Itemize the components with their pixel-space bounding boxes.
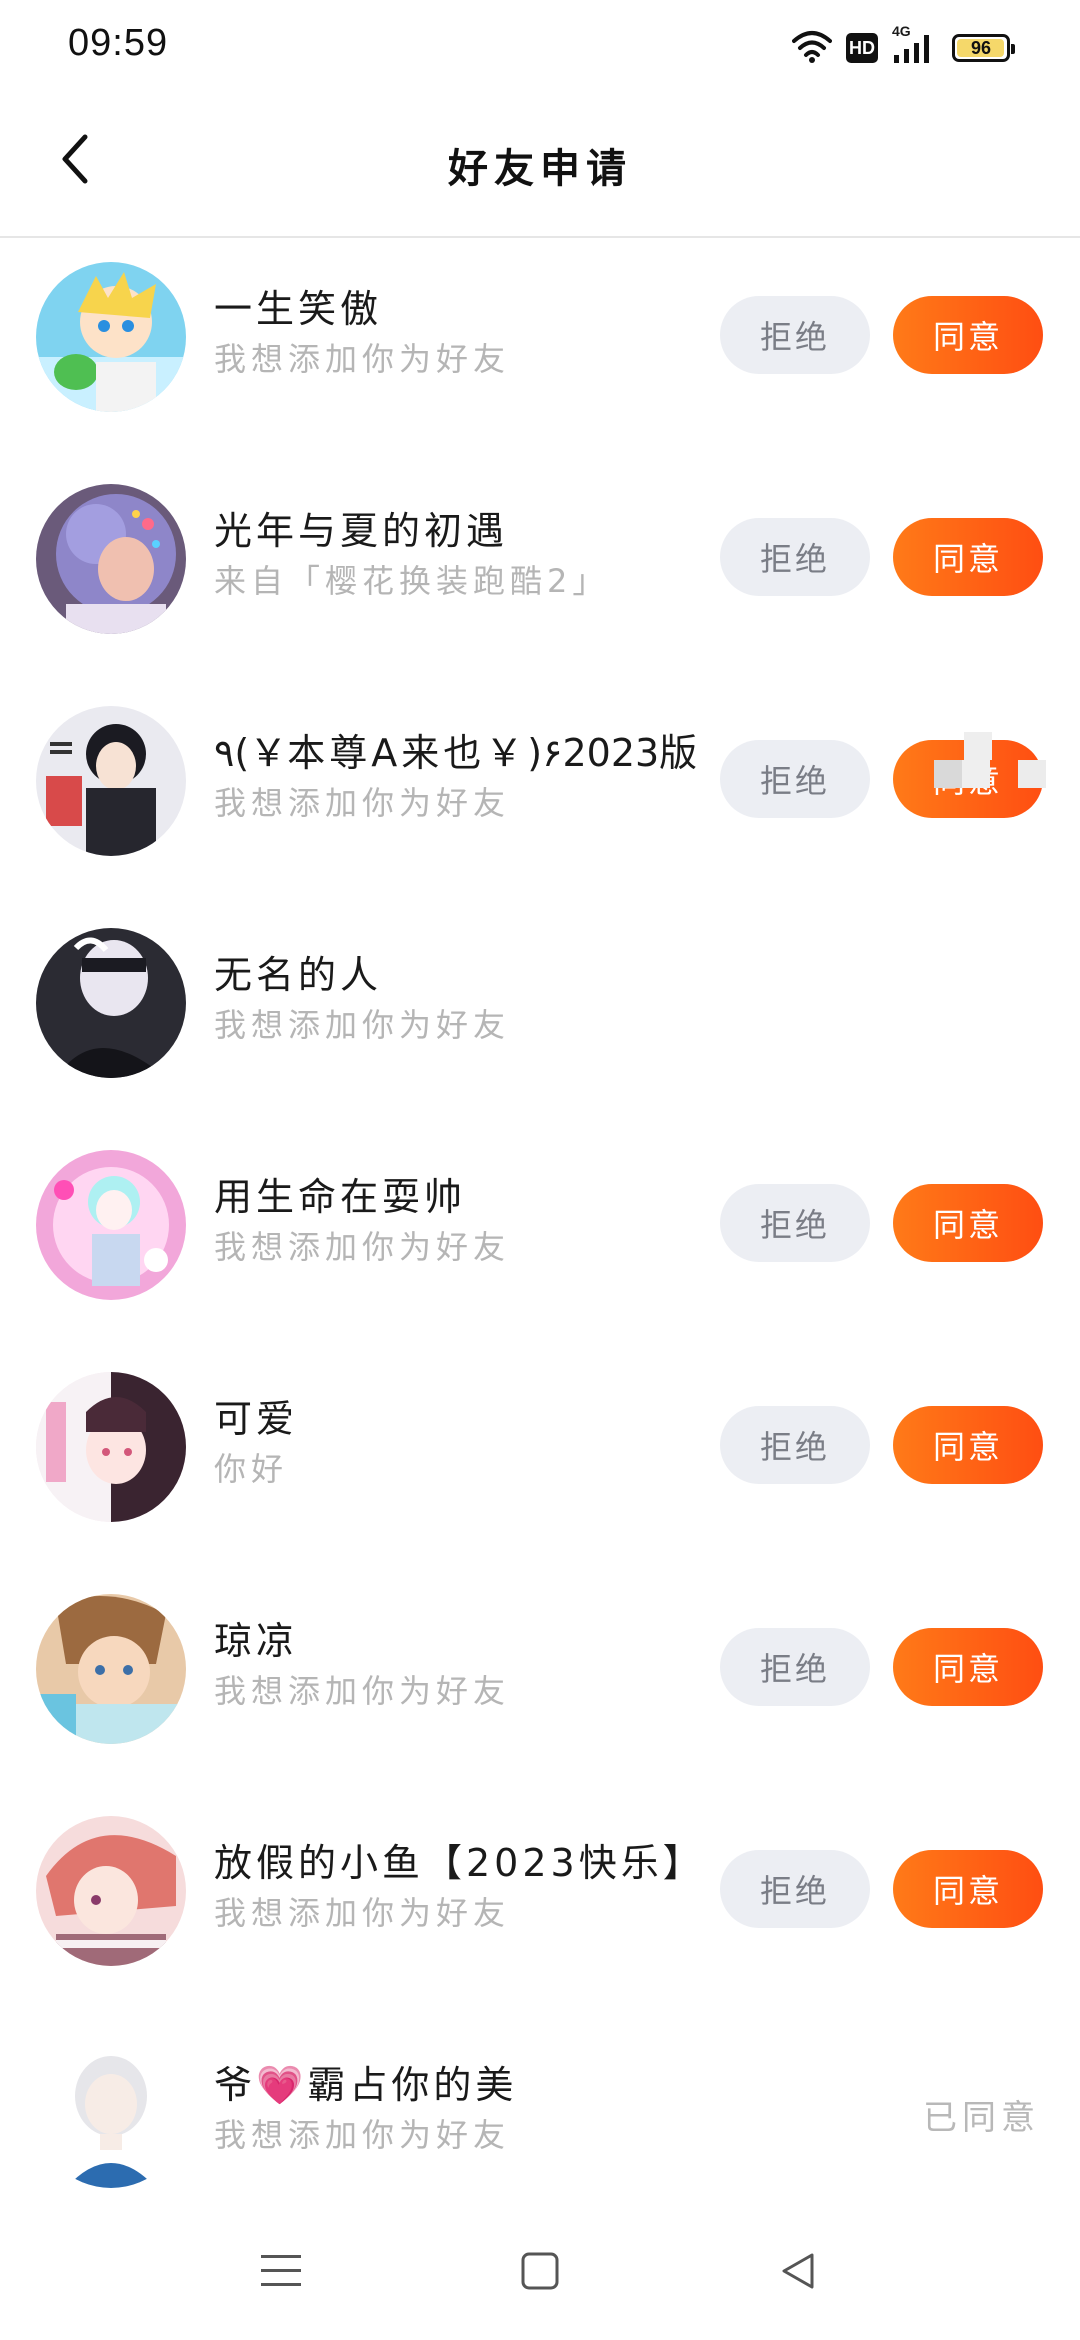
requester-name: 用生命在耍帅 <box>214 1175 467 1219</box>
friend-request-row: 光年与夏的初遇 来自「樱花换装跑酷2」 拒绝 同意 <box>0 460 1080 682</box>
menu-button[interactable] <box>246 2238 316 2308</box>
requester-name: 放假的小鱼【2023快乐】 <box>214 1841 704 1885</box>
accept-button[interactable]: 同意 <box>893 296 1043 374</box>
request-message: 我想添加你为好友 <box>214 340 511 378</box>
requester-name: 可爱 <box>214 1397 299 1441</box>
loading-placeholder <box>934 732 1054 802</box>
request-message: 我想添加你为好友 <box>214 1672 511 1710</box>
friend-request-row: 无名的人 我想添加你为好友 <box>0 904 1080 1126</box>
accept-button[interactable]: 同意 <box>893 518 1043 596</box>
accept-button[interactable]: 同意 <box>893 1628 1043 1706</box>
avatar[interactable] <box>36 2038 186 2188</box>
reject-button[interactable]: 拒绝 <box>720 1406 870 1484</box>
friend-request-list: 一生笑傲 我想添加你为好友 拒绝 同意 光年与夏的初遇 来自「樱花换装跑酷2」 … <box>0 238 1080 2236</box>
friend-request-row: 爷💗霸占你的美 我想添加你为好友 已同意 <box>0 2014 1080 2236</box>
request-message: 我想添加你为好友 <box>214 2116 511 2154</box>
back-triangle-icon <box>778 2251 818 2295</box>
request-message: 我想添加你为好友 <box>214 1228 511 1266</box>
request-message: 我想添加你为好友 <box>214 1894 511 1932</box>
reject-button[interactable]: 拒绝 <box>720 740 870 818</box>
requester-name: 无名的人 <box>214 953 383 997</box>
battery-icon: 96 <box>952 34 1015 62</box>
avatar[interactable] <box>36 484 186 634</box>
avatar[interactable] <box>36 1150 186 1300</box>
friend-requests-screen: 09:59 HD 4G 96 好友申请 一生笑傲 我想添加你为好友 拒绝 同意 … <box>0 0 1080 2340</box>
wifi-icon <box>792 29 832 67</box>
system-nav-bar <box>0 2220 1080 2320</box>
battery-level: 96 <box>970 37 992 58</box>
menu-icon <box>259 2251 303 2295</box>
home-button[interactable] <box>505 2238 575 2308</box>
home-square-icon <box>520 2251 560 2295</box>
top-bar: 好友申请 <box>0 96 1080 238</box>
request-message: 我想添加你为好友 <box>214 784 511 822</box>
signal-4g-icon: 4G <box>892 23 938 65</box>
avatar[interactable] <box>36 706 186 856</box>
friend-request-row: 琼凉 我想添加你为好友 拒绝 同意 <box>0 1570 1080 1792</box>
request-message: 来自「樱花换装跑酷2」 <box>214 562 610 600</box>
avatar[interactable] <box>36 1594 186 1744</box>
request-message: 我想添加你为好友 <box>214 1006 511 1044</box>
reject-button[interactable]: 拒绝 <box>720 296 870 374</box>
avatar[interactable] <box>36 262 186 412</box>
accept-button[interactable]: 同意 <box>893 1184 1043 1262</box>
requester-name: 一生笑傲 <box>214 287 383 331</box>
requester-name: ٩(￥本尊A来也￥)۶2023版 <box>214 731 702 775</box>
reject-button[interactable]: 拒绝 <box>720 518 870 596</box>
requester-name: 光年与夏的初遇 <box>214 509 509 553</box>
requester-name: 琼凉 <box>214 1619 299 1663</box>
status-time: 09:59 <box>68 22 169 64</box>
friend-request-row: 可爱 你好 拒绝 同意 <box>0 1348 1080 1570</box>
friend-request-row: ٩(￥本尊A来也￥)۶2023版 我想添加你为好友 拒绝 同意 <box>0 682 1080 904</box>
reject-button[interactable]: 拒绝 <box>720 1184 870 1262</box>
hd-icon: HD <box>846 33 878 63</box>
reject-button[interactable]: 拒绝 <box>720 1850 870 1928</box>
request-message: 你好 <box>214 1450 289 1488</box>
reject-button[interactable]: 拒绝 <box>720 1628 870 1706</box>
avatar[interactable] <box>36 1816 186 1966</box>
status-bar: 09:59 HD 4G 96 <box>0 0 1080 96</box>
status-icons: HD 4G 96 <box>792 23 1015 68</box>
friend-request-row: 一生笑傲 我想添加你为好友 拒绝 同意 <box>0 238 1080 460</box>
network-label: 4G <box>892 23 911 39</box>
requester-name: 爷💗霸占你的美 <box>214 2063 518 2107</box>
page-title: 好友申请 <box>448 146 632 192</box>
accept-button[interactable]: 同意 <box>893 1850 1043 1928</box>
accepted-status: 已同意 <box>923 2098 1040 2138</box>
accept-button[interactable]: 同意 <box>893 1406 1043 1484</box>
friend-request-row: 用生命在耍帅 我想添加你为好友 拒绝 同意 <box>0 1126 1080 1348</box>
friend-request-row: 放假的小鱼【2023快乐】 我想添加你为好友 拒绝 同意 <box>0 1792 1080 2014</box>
back-nav-button[interactable] <box>763 2238 833 2308</box>
avatar[interactable] <box>36 1372 186 1522</box>
avatar[interactable] <box>36 928 186 1078</box>
